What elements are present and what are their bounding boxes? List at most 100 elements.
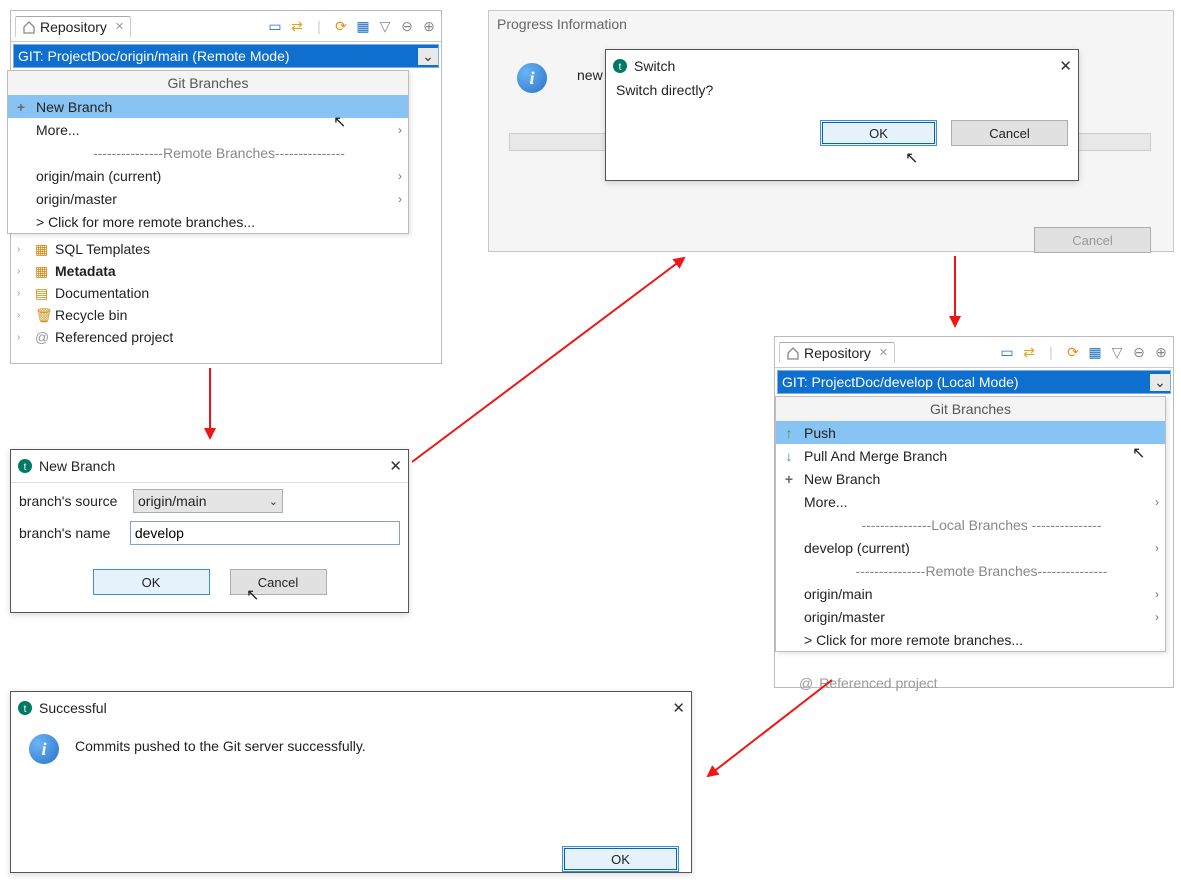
item-label: ---------------Remote Branches----------…	[856, 563, 1108, 579]
ok-button[interactable]: OK	[562, 846, 679, 872]
icon-d[interactable]: ▦	[355, 18, 371, 34]
info-icon: i	[517, 63, 547, 93]
close-icon[interactable]: ✕	[115, 20, 124, 33]
tree-label: Metadata	[55, 263, 116, 279]
dropdown-title: Git Branches	[8, 71, 408, 95]
home-icon	[22, 20, 36, 34]
menu-item[interactable]: develop (current)›	[776, 536, 1165, 559]
ok-button[interactable]: OK	[93, 569, 210, 595]
close-icon[interactable]: ✕	[672, 699, 685, 717]
tree-item[interactable]: › ▦ Metadata	[11, 260, 441, 282]
dialog-title: New Branch	[39, 458, 115, 474]
chevron-down-icon[interactable]: ⌄	[1150, 374, 1170, 391]
cancel-label: Cancel	[1072, 233, 1112, 248]
menu-item[interactable]: +New Branch	[776, 467, 1165, 490]
menu-item[interactable]: origin/main›	[776, 582, 1165, 605]
item-icon: ↑	[782, 425, 796, 441]
icon-a[interactable]: ▭	[267, 18, 283, 34]
ok-label: OK	[869, 126, 888, 141]
cancel-button[interactable]: Cancel	[1034, 227, 1151, 253]
toolbar-icons: ▭ ⇄ | ⟳ ▦ ▽ ⊖ ⊕	[999, 344, 1169, 360]
caret-icon: ›	[17, 288, 29, 299]
progress-panel: Progress Information i new Cancel t Swit…	[488, 10, 1174, 252]
home-icon	[786, 346, 800, 360]
git-combo-text: GIT: ProjectDoc/origin/main (Remote Mode…	[18, 48, 290, 64]
ok-button[interactable]: OK	[820, 120, 937, 146]
git-combo[interactable]: GIT: ProjectDoc/develop (Local Mode) ⌄	[777, 370, 1171, 394]
menu-item[interactable]: > Click for more remote branches...	[776, 628, 1165, 651]
branch-name-input[interactable]	[130, 521, 400, 545]
menu-item[interactable]: ↓Pull And Merge Branch	[776, 444, 1165, 467]
close-icon[interactable]: ✕	[1059, 57, 1072, 75]
tree-item[interactable]: › 🗑 Recycle bin	[11, 304, 441, 326]
at-icon: @	[799, 675, 813, 691]
cancel-button[interactable]: Cancel	[230, 569, 327, 595]
repository-tab[interactable]: Repository ✕	[779, 342, 895, 363]
tree-item[interactable]: › ▤ Documentation	[11, 282, 441, 304]
success-msg: Commits pushed to the Git server success…	[75, 738, 366, 754]
repository-tab[interactable]: Repository ✕	[15, 16, 131, 37]
tree-label: Referenced project	[55, 329, 173, 345]
minimize-icon[interactable]: ⊖	[399, 18, 415, 34]
menu-item[interactable]: > Click for more remote branches...	[8, 210, 408, 233]
item-label: origin/main (current)	[36, 168, 161, 184]
sep: |	[1043, 344, 1059, 360]
tree-item[interactable]: › ▦ SQL Templates	[11, 238, 441, 260]
maximize-icon[interactable]: ⊕	[421, 18, 437, 34]
name-label: branch's name	[19, 525, 124, 541]
menu-item[interactable]: origin/main (current)›	[8, 164, 408, 187]
caret-icon: ›	[17, 266, 29, 277]
maximize-icon[interactable]: ⊕	[1153, 344, 1169, 360]
menu-item[interactable]: More...›	[8, 118, 408, 141]
menu-item[interactable]: More...›	[776, 490, 1165, 513]
divider-label: ---------------Remote Branches----------…	[8, 141, 408, 164]
item-label: origin/master	[36, 191, 117, 207]
menu-item[interactable]: ↑Push	[776, 421, 1165, 444]
ok-label: OK	[611, 852, 630, 867]
repository-panel-1: Repository ✕ ▭ ⇄ | ⟳ ▦ ▽ ⊖ ⊕ GIT: Projec…	[10, 10, 442, 364]
minimize-icon[interactable]: ⊖	[1131, 344, 1147, 360]
tree-item[interactable]: Referenced project	[819, 675, 937, 691]
app-icon: t	[17, 700, 33, 716]
menu-item[interactable]: +New Branch	[8, 95, 408, 118]
icon-c[interactable]: ⟳	[1065, 344, 1081, 360]
close-icon[interactable]: ✕	[879, 346, 888, 359]
toolbar-icons: ▭ ⇄ | ⟳ ▦ ▽ ⊖ ⊕	[267, 18, 437, 34]
ok-label: OK	[142, 575, 161, 590]
icon-b[interactable]: ⇄	[289, 18, 305, 34]
icon-d[interactable]: ▦	[1087, 344, 1103, 360]
icon-b[interactable]: ⇄	[1021, 344, 1037, 360]
item-icon: +	[14, 99, 28, 115]
menu-item[interactable]: origin/master›	[8, 187, 408, 210]
cancel-button[interactable]: Cancel	[951, 120, 1068, 146]
tree-item[interactable]: › @ Referenced project	[11, 326, 441, 348]
item-label: More...	[36, 122, 80, 138]
chevron-right-icon: ›	[1155, 541, 1159, 555]
menu-item[interactable]: origin/master›	[776, 605, 1165, 628]
git-combo[interactable]: GIT: ProjectDoc/origin/main (Remote Mode…	[13, 44, 439, 68]
item-label: ---------------Remote Branches----------…	[93, 145, 345, 161]
dialog-titlebar: t New Branch ✕	[11, 450, 408, 483]
item-label: > Click for more remote branches...	[36, 214, 255, 230]
menu-icon[interactable]: ▽	[377, 18, 393, 34]
icon-c[interactable]: ⟳	[333, 18, 349, 34]
divider-label: ---------------Local Branches ----------…	[776, 513, 1165, 536]
dialog-titlebar: t Switch ✕	[606, 50, 1078, 82]
menu-icon[interactable]: ▽	[1109, 344, 1125, 360]
panel-header: Repository ✕ ▭ ⇄ | ⟳ ▦ ▽ ⊖ ⊕	[775, 337, 1173, 368]
cancel-label: Cancel	[258, 575, 298, 590]
app-icon: t	[612, 58, 628, 74]
dialog-titlebar: t Successful ✕	[11, 692, 691, 724]
item-label: New Branch	[804, 471, 880, 487]
divider-label: ---------------Remote Branches----------…	[776, 559, 1165, 582]
tab-label: Repository	[804, 345, 871, 361]
close-icon[interactable]: ✕	[389, 457, 402, 475]
dropdown-title: Git Branches	[776, 397, 1165, 421]
chevron-down-icon[interactable]: ⌄	[418, 48, 438, 65]
chevron-right-icon: ›	[1155, 610, 1159, 624]
branches-dropdown: Git Branches +New BranchMore...› --------…	[7, 70, 409, 234]
chevron-right-icon: ›	[1155, 587, 1159, 601]
source-label: branch's source	[19, 493, 127, 509]
icon-a[interactable]: ▭	[999, 344, 1015, 360]
branch-source-select[interactable]: origin/main ⌄	[133, 489, 283, 513]
